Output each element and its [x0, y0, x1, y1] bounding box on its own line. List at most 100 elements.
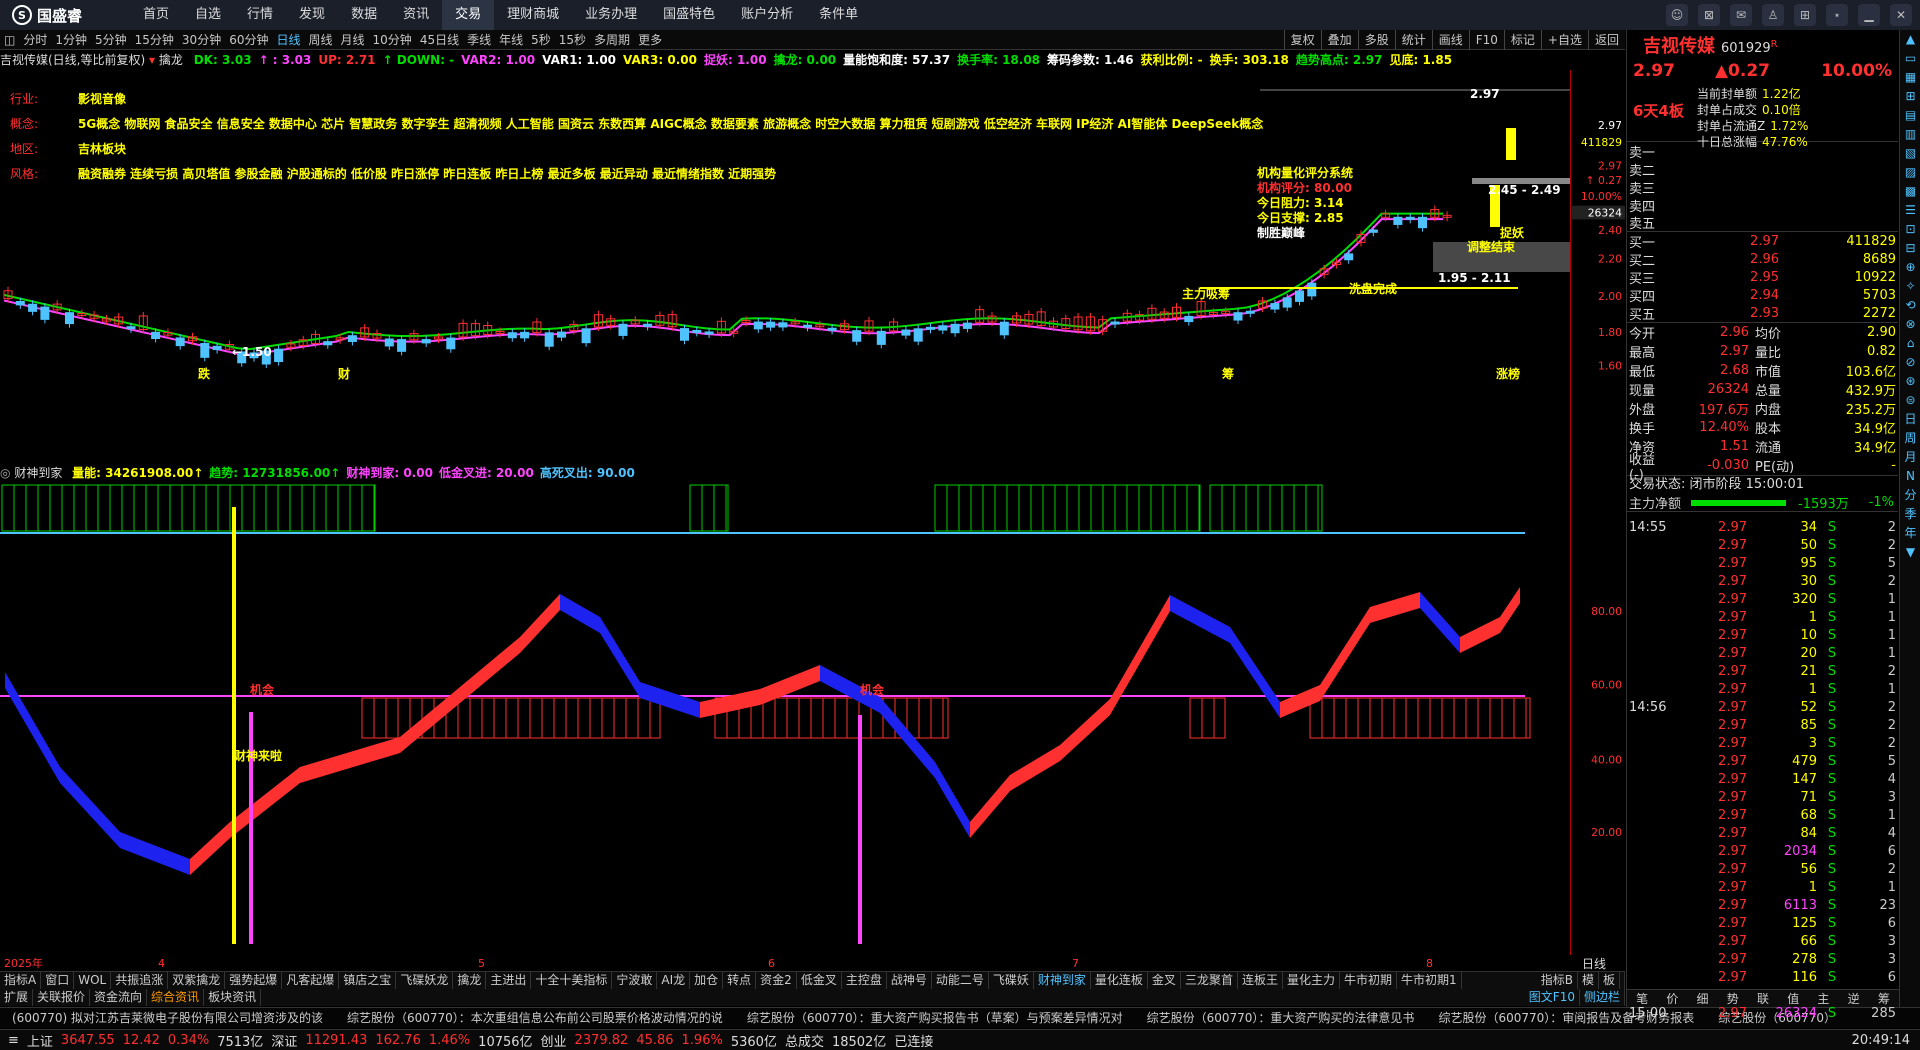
toolbar-icon-10[interactable]: ⊡ — [1900, 220, 1920, 239]
news-item-0[interactable]: (600770) 拟对江苏吉莱微电子股份有限公司增资涉及的该 — [0, 1008, 335, 1028]
indicator-tab-8[interactable]: 飞碟妖龙 — [396, 972, 454, 989]
indicator-tab-3[interactable]: 共振追涨 — [111, 972, 169, 989]
toolbar-icon-5[interactable]: ▥ — [1900, 125, 1920, 144]
period-tab-8[interactable]: 月线 — [337, 31, 369, 48]
menu-item-7[interactable]: 理财商城 — [494, 0, 572, 30]
order-row-1[interactable]: 卖二 — [1627, 160, 1898, 179]
window-button-icon-0[interactable]: ☺ — [1666, 4, 1688, 26]
sidebar-toggle-button[interactable]: 侧边栏 — [1580, 989, 1625, 1006]
indicator-icon[interactable]: ▾ — [149, 53, 155, 67]
toolbar-icon-13[interactable]: ✧ — [1900, 277, 1920, 296]
quote-tab-6[interactable]: 主 — [1808, 990, 1838, 1007]
toolbar-icon-17[interactable]: ⊘ — [1900, 353, 1920, 372]
indicator-tab-17[interactable]: 低金叉 — [797, 972, 842, 989]
period-tab-13[interactable]: 5秒 — [527, 31, 555, 48]
news-item-1[interactable]: 综艺股份（600770）：本次重组信息公布前公司股票价格波动情况的说 — [335, 1008, 735, 1028]
connection-status[interactable]: 已连接 — [886, 1031, 933, 1050]
indicator-tab-16[interactable]: 资金2 — [756, 972, 797, 989]
indicator-tab-13[interactable]: AI龙 — [657, 972, 691, 989]
indicator-tab-2[interactable]: WOL — [74, 972, 112, 989]
window-button-icon-3[interactable]: ♙ — [1762, 4, 1784, 26]
menu-item-11[interactable]: 条件单 — [806, 0, 871, 30]
menu-item-2[interactable]: 行情 — [234, 0, 286, 30]
quote-tab-4[interactable]: 联 — [1748, 990, 1778, 1007]
toolbar-icon-14[interactable]: ⟲ — [1900, 296, 1920, 315]
indicator-tab-23[interactable]: 量化连板 — [1091, 972, 1148, 989]
tool-button-7[interactable]: +自选 — [1540, 30, 1588, 50]
tool-button-8[interactable]: 返回 — [1587, 30, 1625, 50]
period-tab-14[interactable]: 15秒 — [555, 31, 590, 48]
indicator-tab-21[interactable]: 飞碟妖 — [989, 972, 1034, 989]
order-row-7[interactable]: 买三 2.95 10922 — [1627, 268, 1898, 287]
indicator-tab-11[interactable]: 十全十美指标 — [531, 972, 613, 989]
indicator-tab-20[interactable]: 动能二号 — [932, 972, 989, 989]
indicator-tab-1[interactable]: 窗口 — [41, 972, 75, 989]
menu-item-10[interactable]: 账户分析 — [728, 0, 806, 30]
quote-tab-3[interactable]: 势 — [1718, 990, 1748, 1007]
toolbar-icon-8[interactable]: ▩ — [1900, 182, 1920, 201]
period-tab-9[interactable]: 10分钟 — [369, 31, 416, 48]
toolbar-icon-4[interactable]: ▤ — [1900, 106, 1920, 125]
sub-indicator-icon[interactable]: ◎ — [0, 466, 10, 480]
extension-tab-2[interactable]: 资金流向 — [90, 989, 148, 1006]
period-tab-3[interactable]: 15分钟 — [131, 31, 178, 48]
window-button-icon-5[interactable]: ⋆ — [1826, 4, 1848, 26]
menu-item-6[interactable]: 交易 — [442, 0, 495, 30]
menu-item-3[interactable]: 发现 — [286, 0, 338, 30]
order-row-5[interactable]: 买一 2.97 411829 — [1627, 232, 1898, 251]
f10-button[interactable]: 图文F10 — [1525, 989, 1580, 1006]
index-sz-name[interactable]: 深证 — [263, 1031, 297, 1050]
indicator-tab-29[interactable]: 牛市初期1 — [1397, 972, 1462, 989]
tick-list[interactable]: 14:55 2.97 34 S 2 2.97 50 S 2 2.97 95 S 5 2.97 30 S 2 2.9… — [1627, 512, 1898, 1022]
toolbar-icon-21[interactable]: 周 — [1900, 429, 1920, 448]
indicator-tab-0[interactable]: 指标A — [0, 972, 42, 989]
indicator-tab-18[interactable]: 主控盘 — [842, 972, 887, 989]
toolbar-icon-26[interactable]: 年 — [1900, 524, 1920, 543]
toolbar-icon-3[interactable]: ⊞ — [1900, 87, 1920, 106]
tool-button-5[interactable]: F10 — [1468, 30, 1504, 50]
toolbar-icon-25[interactable]: 季 — [1900, 505, 1920, 524]
toolbar-icon-12[interactable]: ⊕ — [1900, 258, 1920, 277]
indicator-tab-5[interactable]: 强势起爆 — [225, 972, 283, 989]
indicator-tab-7[interactable]: 镇店之宝 — [339, 972, 397, 989]
indicator-tab-27[interactable]: 量化主力 — [1283, 972, 1340, 989]
window-button-icon-7[interactable]: ✕ — [1890, 4, 1912, 26]
toolbar-icon-18[interactable]: ⊛ — [1900, 372, 1920, 391]
extension-tab-4[interactable]: 板块资讯 — [204, 989, 262, 1006]
period-tab-10[interactable]: 45日线 — [416, 31, 463, 48]
sub-indicator-name[interactable]: 财神到家 — [14, 466, 62, 480]
indicator-tab-25[interactable]: 三龙聚首 — [1181, 972, 1238, 989]
toolbar-icon-0[interactable]: ▲ — [1900, 30, 1920, 49]
period-tab-0[interactable]: 分时 — [19, 31, 51, 48]
tool-button-6[interactable]: 标记 — [1503, 30, 1541, 50]
toolbar-icon-22[interactable]: 月 — [1900, 448, 1920, 467]
extension-tab-0[interactable]: 扩展 — [0, 989, 34, 1006]
toolbar-icon-20[interactable]: 日 — [1900, 410, 1920, 429]
menu-item-8[interactable]: 业务办理 — [572, 0, 650, 30]
indicator-right-tab-0[interactable]: 指标B — [1537, 972, 1578, 989]
oscillator-chart[interactable]: 机会 机会财神来啦 — [0, 482, 1570, 952]
indicator-tab-19[interactable]: 战神号 — [887, 972, 932, 989]
indicator-tab-6[interactable]: 凡客起爆 — [282, 972, 340, 989]
indicator-tab-9[interactable]: 擒龙 — [453, 972, 487, 989]
news-item-3[interactable]: 综艺股份（600770）：重大资产购买的法律意见书 — [1135, 1008, 1427, 1028]
indicator-name[interactable]: 擒龙 — [159, 53, 183, 67]
tool-button-4[interactable]: 画线 — [1431, 30, 1469, 50]
indicator-tab-10[interactable]: 主进出 — [486, 972, 532, 989]
extension-tab-1[interactable]: 关联报价 — [33, 989, 91, 1006]
quote-tab-5[interactable]: 值 — [1778, 990, 1808, 1007]
tool-button-3[interactable]: 统计 — [1394, 30, 1432, 50]
indicator-tab-15[interactable]: 转点 — [723, 972, 757, 989]
menu-item-9[interactable]: 国盛特色 — [650, 0, 728, 30]
indicator-tab-12[interactable]: 宁波敢 — [612, 972, 658, 989]
quote-tab-0[interactable]: 笔 — [1627, 990, 1657, 1007]
quote-tab-2[interactable]: 细 — [1687, 990, 1717, 1007]
indicator-tab-26[interactable]: 连板王 — [1238, 972, 1283, 989]
tool-button-2[interactable]: 多股 — [1357, 30, 1395, 50]
status-menu-icon[interactable]: ≡ — [0, 1033, 19, 1048]
period-tab-16[interactable]: 更多 — [634, 31, 666, 48]
period-tab-2[interactable]: 5分钟 — [91, 31, 131, 48]
indicator-tab-24[interactable]: 金叉 — [1148, 972, 1181, 989]
window-button-icon-6[interactable]: ▁ — [1858, 4, 1880, 26]
indicator-tab-4[interactable]: 双紫擒龙 — [168, 972, 226, 989]
